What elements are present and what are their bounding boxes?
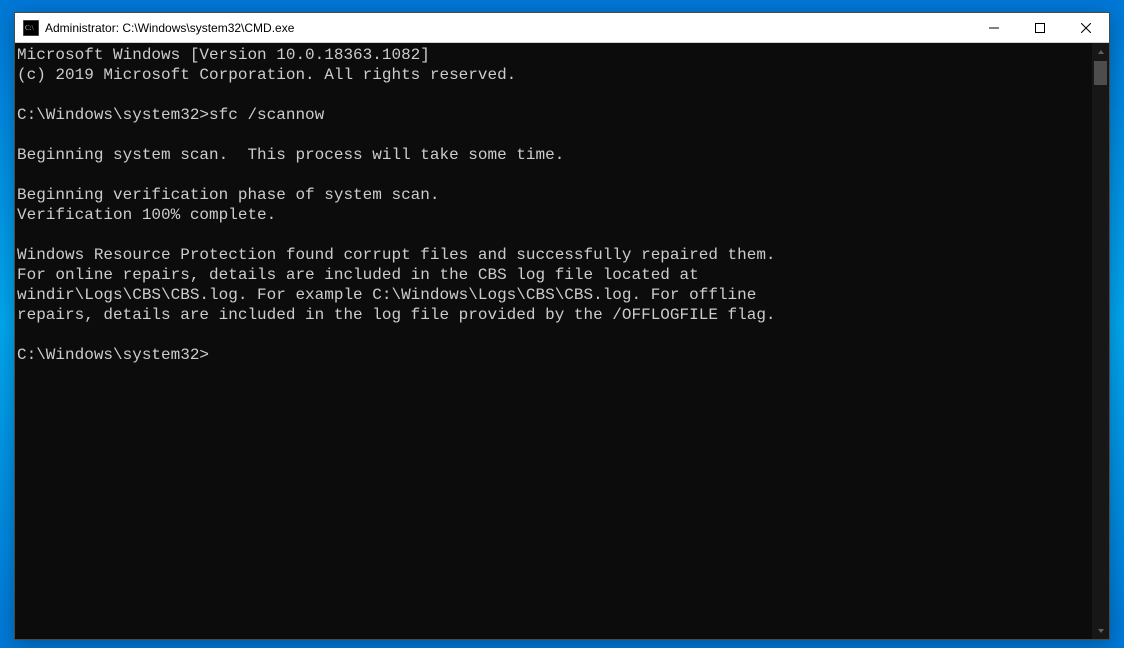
scroll-up-button[interactable] — [1092, 43, 1109, 60]
cmd-window: C:\ Administrator: C:\Windows\system32\C… — [14, 12, 1110, 640]
cmd-icon: C:\ — [23, 20, 39, 36]
window-controls — [971, 13, 1109, 42]
close-button[interactable] — [1063, 13, 1109, 42]
minimize-button[interactable] — [971, 13, 1017, 42]
window-title: Administrator: C:\Windows\system32\CMD.e… — [45, 21, 971, 35]
scroll-down-icon — [1097, 627, 1105, 635]
maximize-button[interactable] — [1017, 13, 1063, 42]
close-icon — [1081, 23, 1091, 33]
console-output: Microsoft Windows [Version 10.0.18363.10… — [15, 43, 1092, 639]
minimize-icon — [989, 23, 999, 33]
scroll-down-button[interactable] — [1092, 622, 1109, 639]
maximize-icon — [1035, 23, 1045, 33]
vertical-scrollbar[interactable] — [1092, 43, 1109, 639]
scroll-up-icon — [1097, 48, 1105, 56]
scrollbar-thumb[interactable] — [1094, 61, 1107, 85]
titlebar[interactable]: C:\ Administrator: C:\Windows\system32\C… — [15, 13, 1109, 43]
console-area[interactable]: Microsoft Windows [Version 10.0.18363.10… — [15, 43, 1109, 639]
svg-text:C:\: C:\ — [25, 24, 34, 32]
